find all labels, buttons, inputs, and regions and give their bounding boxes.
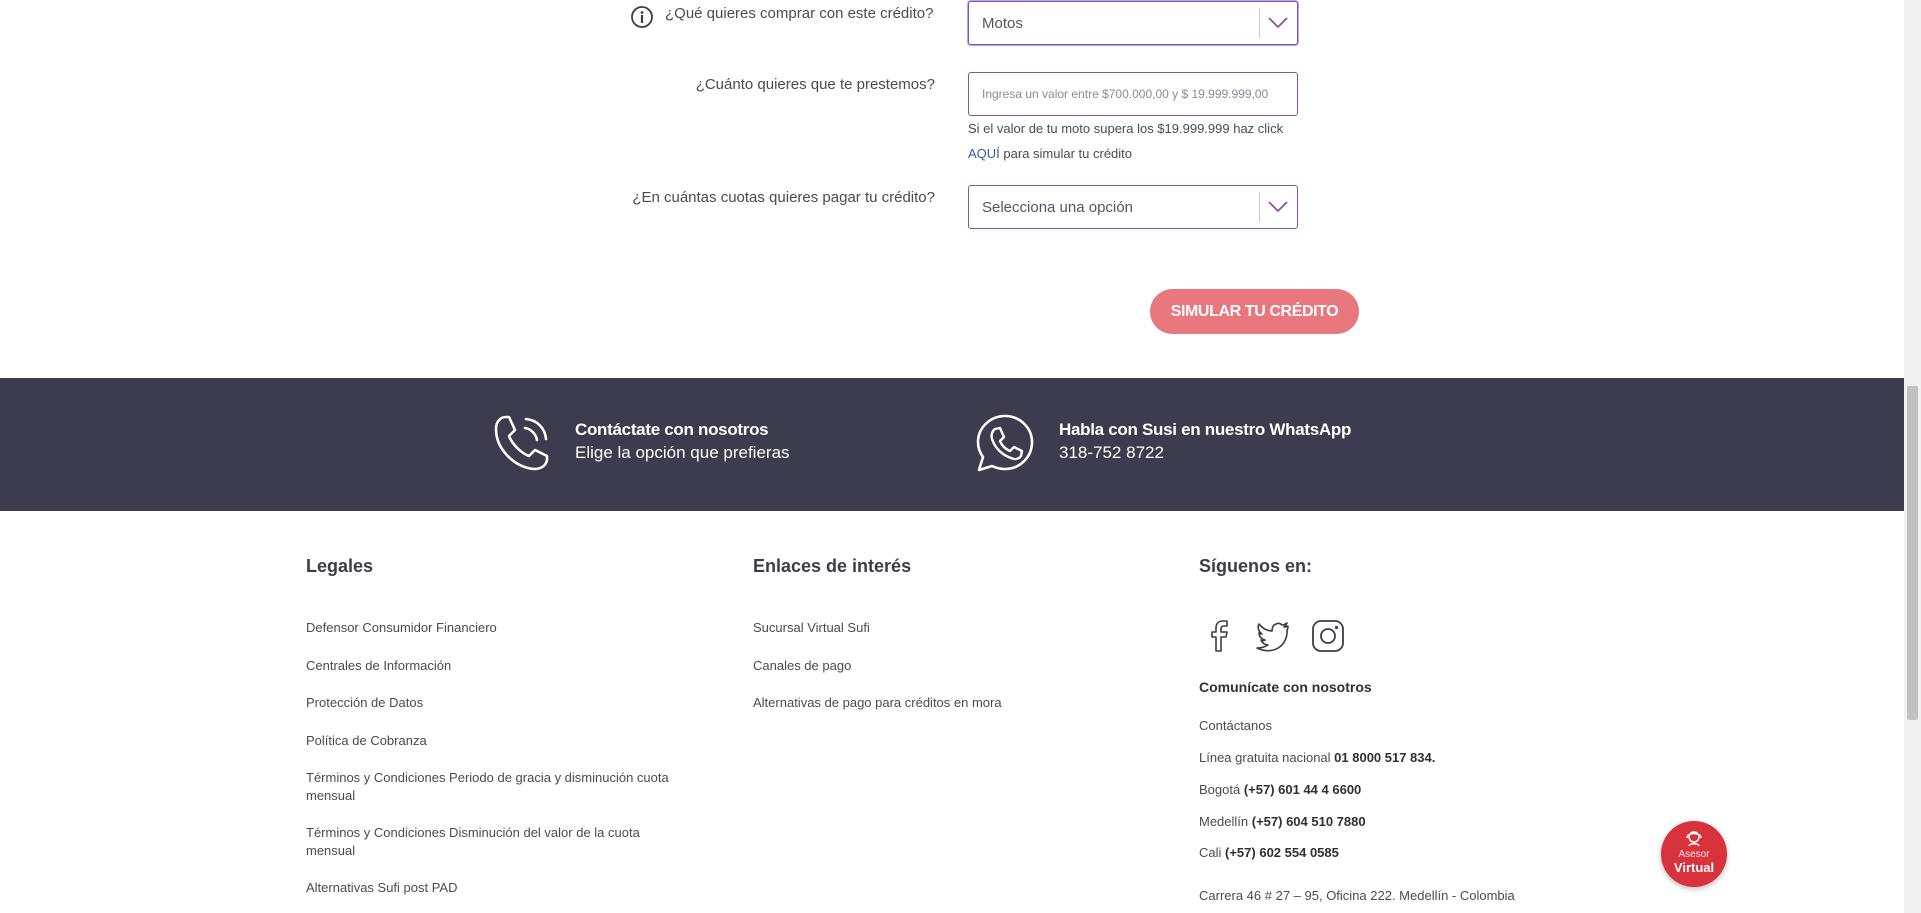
chevron-down-icon[interactable]	[1267, 198, 1289, 216]
phone-icon[interactable]	[490, 411, 554, 475]
page-scrollbar[interactable]	[1904, 0, 1921, 913]
link-proteccion-datos[interactable]: Protección de Datos	[306, 694, 423, 712]
linea-gratuita: Línea gratuita nacional 01 8000 517 834.	[1199, 750, 1435, 765]
link-terminos-disminucion-cuota[interactable]: Términos y Condiciones Disminución del v…	[306, 824, 686, 860]
phone-title[interactable]: Contáctate con nosotros	[575, 420, 769, 440]
phone-subtitle: Elige la opción que prefieras	[575, 443, 790, 462]
contactanos-link[interactable]: Contáctanos	[1199, 718, 1272, 733]
instagram-icon[interactable]	[1311, 619, 1345, 653]
amount-hint-link-line: AQUÍ para simular tu crédito	[968, 146, 1132, 161]
facebook-icon[interactable]	[1202, 619, 1236, 653]
chevron-down-icon[interactable]	[1267, 14, 1289, 32]
scrollbar-thumb[interactable]	[1907, 386, 1918, 720]
bot-label-line2: Virtual	[1673, 860, 1715, 875]
twitter-icon[interactable]	[1256, 619, 1290, 653]
info-icon[interactable]	[630, 5, 654, 29]
select-divider	[1259, 192, 1260, 222]
credit-simulator-form: ¿Qué quieres comprar con este crédito? M…	[0, 0, 1904, 378]
link-politica-cobranza[interactable]: Política de Cobranza	[306, 732, 427, 750]
link-alternativas-mora[interactable]: Alternativas de pago para créditos en mo…	[753, 694, 1002, 712]
installments-label: ¿En cuántas cuotas quieres pagar tu créd…	[632, 189, 935, 206]
link-terminos-periodo-gracia[interactable]: Términos y Condiciones Periodo de gracia…	[306, 769, 686, 805]
aqui-link[interactable]: AQUÍ	[968, 146, 1000, 161]
comunicate-title: Comunícate con nosotros	[1199, 679, 1372, 695]
purchase-select[interactable]: Motos	[968, 1, 1298, 45]
amount-label: ¿Cuánto quieres que te prestemos?	[695, 76, 935, 93]
link-centrales-informacion[interactable]: Centrales de Información	[306, 657, 451, 675]
contact-band: Contáctate con nosotros Elige la opción …	[0, 378, 1904, 511]
whatsapp-icon[interactable]	[973, 411, 1037, 475]
amount-hint-text-2: para simular tu crédito	[999, 146, 1133, 161]
purchase-label: ¿Qué quieres comprar con este crédito?	[665, 5, 934, 22]
bogota-number[interactable]: (+57) 601 44 4 6600	[1244, 782, 1361, 797]
cali-phone: Cali (+57) 602 554 0585	[1199, 845, 1339, 860]
legales-title: Legales	[306, 556, 374, 576]
simulate-credit-button[interactable]: SIMULAR TU CRÉDITO	[1150, 289, 1359, 334]
amount-hint-text: Si el valor de tu moto supera los $19.99…	[968, 121, 1284, 136]
medellin-number[interactable]: (+57) 604 510 7880	[1252, 814, 1366, 829]
amount-hint: Si el valor de tu moto supera los $19.99…	[968, 121, 1283, 136]
medellin-phone: Medellín (+57) 604 510 7880	[1199, 814, 1366, 829]
whatsapp-title[interactable]: Habla con Susi en nuestro WhatsApp	[1059, 420, 1351, 440]
bot-label-line1: Asesor	[1678, 849, 1710, 860]
virtual-advisor-button[interactable]: Asesor Virtual	[1661, 821, 1727, 887]
installments-select-value: Selecciona una opción	[982, 199, 1133, 216]
linea-number[interactable]: 01 8000 517 834.	[1334, 750, 1435, 765]
address: Carrera 46 # 27 – 95, Oficina 222. Medel…	[1199, 888, 1515, 903]
cali-number[interactable]: (+57) 602 554 0585	[1225, 845, 1339, 860]
link-sucursal-virtual[interactable]: Sucursal Virtual Sufi	[753, 619, 870, 637]
purchase-select-value: Motos	[982, 15, 1023, 32]
enlaces-title: Enlaces de interés	[753, 556, 912, 576]
link-canales-pago[interactable]: Canales de pago	[753, 657, 851, 675]
link-defensor-consumidor[interactable]: Defensor Consumidor Financiero	[306, 619, 497, 637]
installments-select[interactable]: Selecciona una opción	[968, 185, 1298, 229]
select-divider	[1259, 8, 1260, 38]
bogota-label: Bogotá	[1199, 782, 1244, 797]
cali-label: Cali	[1199, 845, 1226, 860]
siguenos-title: Síguenos en:	[1199, 556, 1313, 576]
footer: Legales Defensor Consumidor Financiero C…	[0, 511, 1904, 913]
medellin-label: Medellín	[1199, 814, 1252, 829]
amount-input[interactable]	[969, 73, 1297, 115]
amount-input-wrapper[interactable]	[968, 72, 1298, 116]
link-alternativas-post-pad[interactable]: Alternativas Sufi post PAD	[306, 879, 458, 897]
whatsapp-number[interactable]: 318-752 8722	[1059, 443, 1164, 463]
headset-icon	[1686, 831, 1702, 847]
bogota-phone: Bogotá (+57) 601 44 4 6600	[1199, 782, 1361, 797]
linea-label: Línea gratuita nacional	[1199, 750, 1335, 765]
